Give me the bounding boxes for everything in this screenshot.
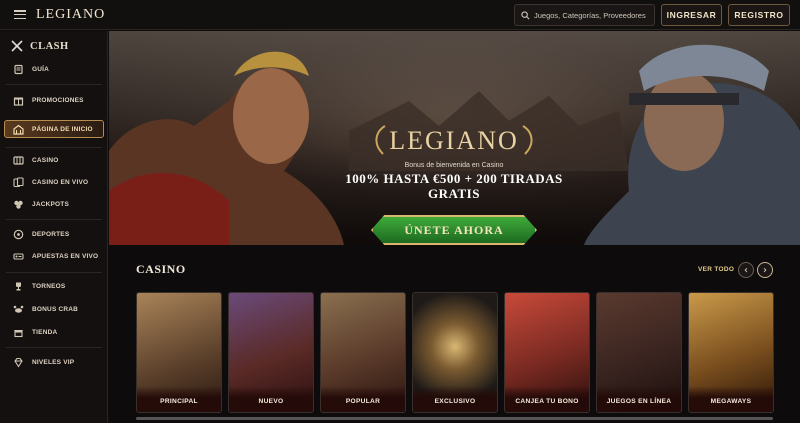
sidebar-item-niveles-vip[interactable]: NIVELES VIP: [12, 356, 74, 368]
crossed-swords-icon: [11, 40, 23, 52]
sidebar-item-torneos[interactable]: TORNEOS: [12, 280, 65, 292]
category-card-juegos-en-linea[interactable]: JUEGOS EN LÍNEA: [596, 292, 682, 413]
sidebar-item-promociones[interactable]: PROMOCIONES: [12, 94, 84, 106]
chevron-left-icon[interactable]: ‹: [738, 262, 754, 278]
sidebar-item-label: TIENDA: [32, 328, 58, 336]
sidebar-item-bonus-crab[interactable]: BONUS CRAB: [12, 303, 78, 315]
card-label: PRINCIPAL: [137, 386, 221, 412]
search-input[interactable]: [534, 10, 654, 20]
jackpot-icon: [12, 198, 24, 210]
logo[interactable]: LEGIANO: [36, 7, 105, 23]
section-title: CASINO: [136, 262, 186, 276]
category-card-megaways[interactable]: MEGAWAYS: [688, 292, 774, 413]
card-label: MEGAWAYS: [689, 386, 773, 412]
register-button[interactable]: REGISTRO: [728, 4, 790, 26]
card-label: EXCLUSIVO: [413, 386, 497, 412]
join-now-button[interactable]: ÚNETE AHORA: [371, 215, 537, 245]
category-card-principal[interactable]: PRINCIPAL: [136, 292, 222, 413]
sidebar-item-label: CASINO EN VIVO: [32, 178, 89, 186]
category-card-exclusivo[interactable]: EXCLUSIVO: [412, 292, 498, 413]
hero-subtitle: Bonus de bienvenida en Casino: [404, 162, 504, 169]
sidebar-item-label: CASINO: [32, 156, 59, 164]
login-button[interactable]: INGRESAR: [661, 4, 722, 26]
sidebar-item-label: DEPORTES: [32, 230, 70, 238]
trophy-icon: [12, 280, 24, 292]
card-label: NUEVO: [229, 386, 313, 412]
category-card-canjea-tu-bono[interactable]: CANJEA TU BONO: [504, 292, 590, 413]
divider: [6, 272, 102, 273]
horizontal-scrollbar[interactable]: [136, 417, 773, 420]
sidebar-item-label: TORNEOS: [32, 282, 66, 290]
crab-icon: [12, 303, 24, 315]
hero-content: LEGIANO Bonus de bienvenida en Casino 10…: [339, 125, 569, 201]
top-bar: LEGIANO INGRESAR REGISTRO: [0, 0, 800, 30]
view-all-link[interactable]: VER TODO: [698, 266, 734, 273]
search-icon: [521, 10, 530, 19]
sidebar-item-guia[interactable]: GUÍA: [12, 63, 49, 75]
laurel-icon: [375, 125, 533, 155]
sidebar-item-label: GUÍA: [32, 65, 50, 73]
search-box[interactable]: [514, 4, 655, 26]
sidebar-item-home[interactable]: PÁGINA DE INICIO: [4, 120, 104, 138]
divider: [6, 84, 102, 85]
category-card-popular[interactable]: POPULAR: [320, 292, 406, 413]
live-bet-icon: [12, 250, 24, 262]
sidebar-item-deportes[interactable]: DEPORTES: [12, 228, 69, 240]
cards-icon: [12, 176, 24, 188]
diamond-icon: [12, 356, 24, 368]
scroll-icon: [12, 63, 24, 75]
hero-banner: LEGIANO Bonus de bienvenida en Casino 10…: [109, 31, 800, 245]
clash-label: CLASH: [30, 40, 69, 52]
sidebar-item-label: JACKPOTS: [32, 200, 69, 208]
sidebar: CLASH GUÍA PROMOCIONES PÁGINA DE INICIO …: [0, 31, 108, 423]
category-card-nuevo[interactable]: NUEVO: [228, 292, 314, 413]
sidebar-item-label: APUESTAS EN VIVO: [32, 252, 99, 260]
shop-icon: [12, 326, 24, 338]
sidebar-item-tienda[interactable]: TIENDA: [12, 326, 57, 338]
home-icon: [12, 123, 24, 135]
sidebar-item-casino[interactable]: CASINO: [12, 154, 58, 166]
card-label: POPULAR: [321, 386, 405, 412]
ball-icon: [12, 228, 24, 240]
sidebar-item-label: NIVELES VIP: [32, 358, 75, 366]
sidebar-item-jackpots[interactable]: JACKPOTS: [12, 198, 69, 210]
sidebar-item-apuestas-en-vivo[interactable]: APUESTAS EN VIVO: [12, 250, 98, 262]
divider: [6, 219, 102, 220]
chevron-right-icon[interactable]: ›: [757, 262, 773, 278]
divider: [6, 347, 102, 348]
sidebar-item-label: BONUS CRAB: [32, 305, 79, 313]
divider: [6, 147, 102, 148]
sidebar-item-label: PÁGINA DE INICIO: [32, 125, 93, 133]
gift-icon: [12, 94, 24, 106]
menu-icon[interactable]: [14, 10, 26, 19]
clash-link[interactable]: CLASH: [10, 39, 69, 53]
card-label: JUEGOS EN LÍNEA: [597, 386, 681, 412]
hero-title: 100% HASTA €500 + 200 TIRADAS GRATIS: [345, 171, 563, 201]
sidebar-item-label: PROMOCIONES: [32, 96, 84, 104]
card-label: CANJEA TU BONO: [505, 386, 589, 412]
sidebar-item-casino-en-vivo[interactable]: CASINO EN VIVO: [12, 176, 88, 188]
casino-icon: [12, 154, 24, 166]
